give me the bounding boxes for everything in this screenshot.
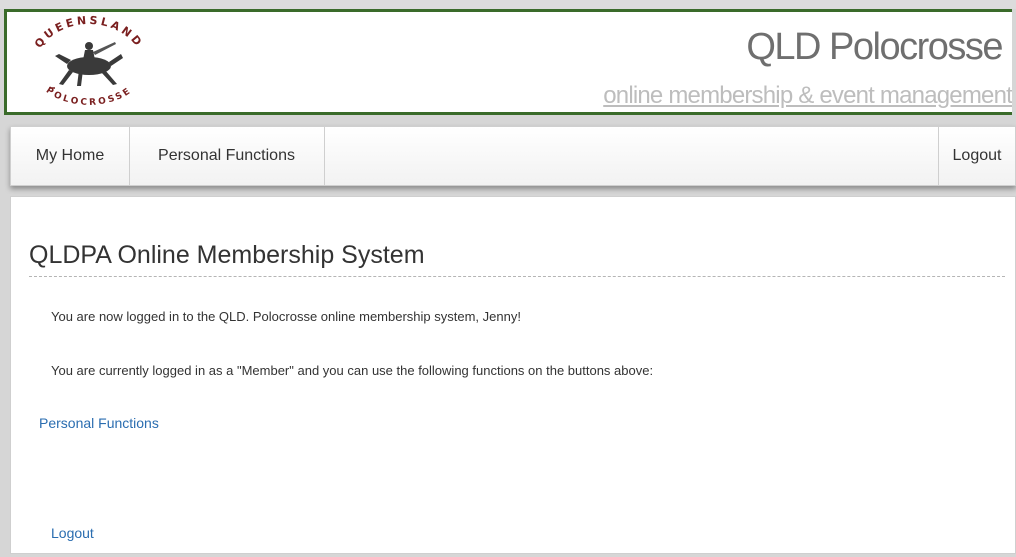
nav-my-home[interactable]: My Home [11,127,130,185]
site-subtitle: online membership & event management [603,82,1012,109]
svg-text:POLOCROSSE: POLOCROSSE [44,86,134,108]
site-header: QUEENSLAND POLOCROSSE QLD Polocrosse onl… [4,9,1012,115]
queensland-polocrosse-logo: QUEENSLAND POLOCROSSE [32,14,143,108]
top-strip [0,0,1016,9]
horse-rider-icon [55,42,123,86]
nav-personal-functions[interactable]: Personal Functions [129,127,325,185]
logo-bottom-text: POLOCROSSE [44,86,132,108]
page-title: QLDPA Online Membership System [29,241,1005,277]
logged-in-message: You are now logged in to the QLD. Polocr… [51,309,521,324]
logout-link[interactable]: Logout [51,525,94,541]
personal-functions-link[interactable]: Personal Functions [39,415,159,431]
role-message: You are currently logged in as a "Member… [51,363,654,378]
site-title: QLD Polocrosse [746,26,1003,68]
nav-logout[interactable]: Logout [938,127,1015,185]
main-content: QLDPA Online Membership System You are n… [10,196,1016,554]
main-navbar: My Home Personal Functions Logout [10,126,1016,186]
